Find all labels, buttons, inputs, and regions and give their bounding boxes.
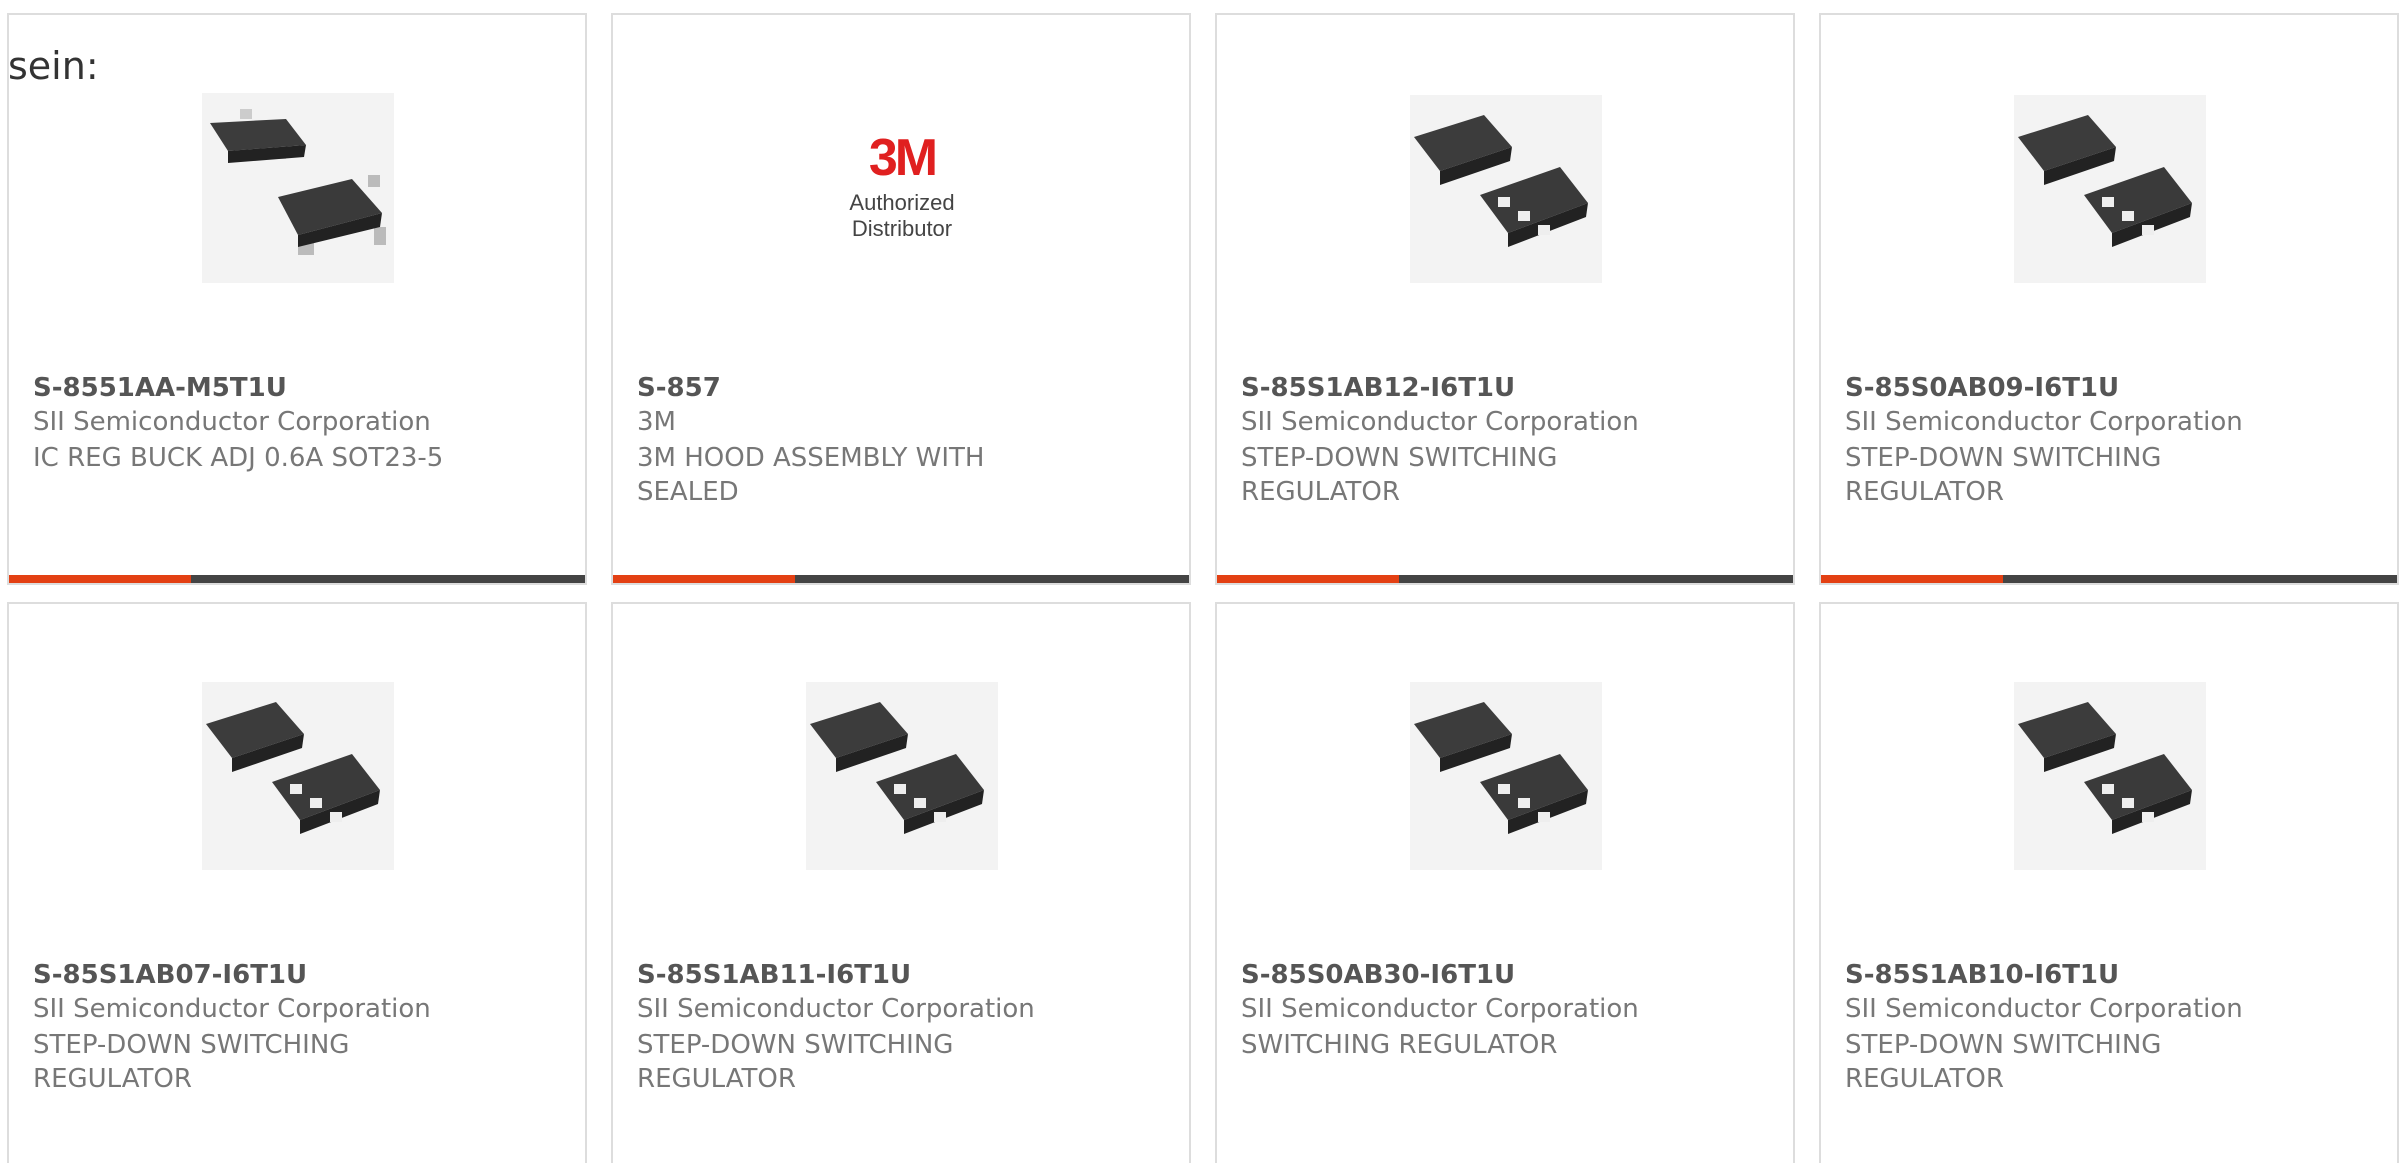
product-card[interactable]: S-85S0AB09-I6T1U SII Semiconductor Corpo… [1819, 13, 2399, 585]
card-footer-bar [613, 575, 1189, 583]
3m-logo-caption: Authorized Distributor [849, 190, 955, 241]
product-image[interactable] [1406, 674, 1606, 874]
manufacturer-name: 3M [637, 407, 676, 437]
part-number-link[interactable]: S-85S0AB09-I6T1U [1845, 373, 2119, 403]
product-description: STEP-DOWN SWITCHING REGULATOR [33, 1030, 350, 1094]
card-footer-bar [1821, 575, 2397, 583]
product-card[interactable]: 3M Authorized Distributor S-857 3M 3M HO… [611, 13, 1191, 585]
product-image[interactable]: 3M Authorized Distributor [802, 87, 1002, 287]
snt-chip-icon [1410, 95, 1602, 283]
product-description: 3M HOOD ASSEMBLY WITH SEALED [637, 443, 985, 507]
3m-logo: 3M Authorized Distributor [802, 132, 1002, 242]
snt-chip-icon [2014, 95, 2206, 283]
product-image[interactable] [1406, 87, 1606, 287]
product-description: STEP-DOWN SWITCHING REGULATOR [1845, 1030, 2162, 1094]
product-card[interactable]: S-85S1AB12-I6T1U SII Semiconductor Corpo… [1215, 13, 1795, 585]
product-card[interactable]: S-85S0AB30-I6T1U SII Semiconductor Corpo… [1215, 602, 1795, 1163]
manufacturer-name: SII Semiconductor Corporation [1845, 407, 2243, 437]
product-card[interactable]: S-85S1AB11-I6T1U SII Semiconductor Corpo… [611, 602, 1191, 1163]
product-card[interactable]: S-8551AA-M5T1U SII Semiconductor Corpora… [7, 13, 587, 585]
snt-chip-icon [1410, 682, 1602, 870]
part-number-link[interactable]: S-857 [637, 373, 721, 403]
manufacturer-name: SII Semiconductor Corporation [1241, 994, 1639, 1024]
product-image[interactable] [198, 87, 398, 287]
card-footer-accent [1821, 575, 2003, 583]
manufacturer-name: SII Semiconductor Corporation [1241, 407, 1639, 437]
product-image[interactable] [2010, 674, 2210, 874]
product-card[interactable]: S-85S1AB07-I6T1U SII Semiconductor Corpo… [7, 602, 587, 1163]
card-footer-accent [613, 575, 795, 583]
part-number-link[interactable]: S-85S0AB30-I6T1U [1241, 960, 1515, 990]
3m-logo-mark: 3M [868, 129, 938, 187]
snt-chip-icon [2014, 682, 2206, 870]
part-number-link[interactable]: S-85S1AB10-I6T1U [1845, 960, 2119, 990]
intro-text: sein: [8, 44, 99, 88]
part-number-link[interactable]: S-8551AA-M5T1U [33, 373, 287, 403]
product-description: SWITCHING REGULATOR [1241, 1030, 1558, 1060]
part-number-link[interactable]: S-85S1AB07-I6T1U [33, 960, 307, 990]
product-description: IC REG BUCK ADJ 0.6A SOT23-5 [33, 443, 444, 473]
manufacturer-name: SII Semiconductor Corporation [33, 994, 431, 1024]
card-footer-accent [1217, 575, 1399, 583]
product-card[interactable]: S-85S1AB10-I6T1U SII Semiconductor Corpo… [1819, 602, 2399, 1163]
snt-chip-icon [202, 682, 394, 870]
manufacturer-name: SII Semiconductor Corporation [33, 407, 431, 437]
product-description: STEP-DOWN SWITCHING REGULATOR [1845, 443, 2162, 507]
product-image[interactable] [802, 674, 1002, 874]
card-footer-bar [1217, 575, 1793, 583]
product-description: STEP-DOWN SWITCHING REGULATOR [1241, 443, 1558, 507]
snt-chip-icon [806, 682, 998, 870]
product-image[interactable] [198, 674, 398, 874]
card-footer-accent [9, 575, 191, 583]
card-footer-bar [9, 575, 585, 583]
part-number-link[interactable]: S-85S1AB11-I6T1U [637, 960, 911, 990]
product-description: STEP-DOWN SWITCHING REGULATOR [637, 1030, 954, 1094]
manufacturer-name: SII Semiconductor Corporation [1845, 994, 2243, 1024]
sot23-5-chip-icon [202, 93, 394, 283]
part-number-link[interactable]: S-85S1AB12-I6T1U [1241, 373, 1515, 403]
product-image[interactable] [2010, 87, 2210, 287]
manufacturer-name: SII Semiconductor Corporation [637, 994, 1035, 1024]
